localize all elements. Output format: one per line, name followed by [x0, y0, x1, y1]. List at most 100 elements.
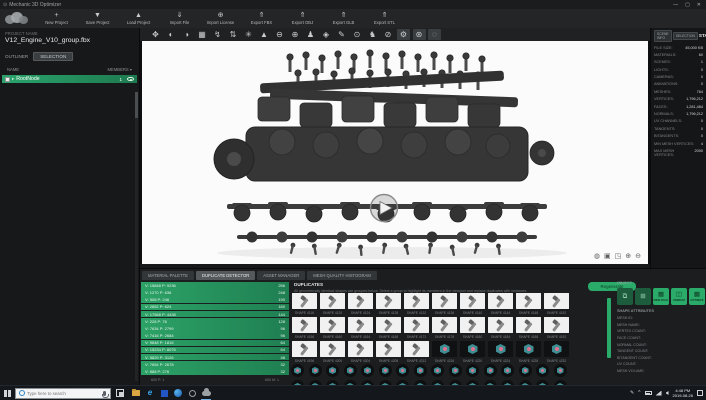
frame-view-icon[interactable]: ◳: [615, 253, 622, 261]
network-icon[interactable]: [656, 391, 662, 396]
expander-icon[interactable]: ▸: [12, 76, 14, 82]
nut-thumbnail[interactable]: [291, 364, 304, 377]
nut-thumbnail[interactable]: [536, 364, 549, 377]
shape-thumbnail[interactable]: SHAPE 4204: [348, 341, 373, 363]
shape-thumbnail[interactable]: SHAPE 4140: [460, 293, 485, 315]
shape-thumbnail[interactable]: SHAPE 4216: [432, 341, 457, 363]
pen-icon[interactable]: ✎: [630, 390, 634, 396]
duplicate-group-row[interactable]: V: 17568 P: 4438 144: [141, 311, 289, 318]
shape-thumbnail[interactable]: SHAPE 4116: [292, 293, 317, 315]
duplicate-group-row[interactable]: V: 888 P: 276 32: [141, 368, 289, 375]
outliner-row-rootnode[interactable]: ▸ RootNode 1: [2, 75, 137, 83]
shape-thumbnail[interactable]: SHAPE 4144: [488, 293, 513, 315]
nut-thumbnail[interactable]: [484, 364, 497, 377]
export-glb-button[interactable]: ⇑ Export GLB: [323, 10, 364, 27]
shape-thumbnail[interactable]: SHAPE 4128: [376, 293, 401, 315]
shape-thumbnail[interactable]: SHAPE 4200: [320, 341, 345, 363]
taskbar-file-explorer[interactable]: [129, 386, 143, 400]
shape-thumbnail[interactable]: SHAPE 4156: [292, 317, 317, 339]
hidden-icons-chevron[interactable]: ^: [638, 390, 640, 396]
nut-thumbnail[interactable]: [554, 364, 567, 377]
shape-thumbnail[interactable]: SHAPE 4208: [376, 341, 401, 363]
shape-thumbnail[interactable]: SHAPE 4136: [432, 293, 457, 315]
shape-thumbnail[interactable]: SHAPE 4176: [432, 317, 457, 339]
gizmo-move-icon[interactable]: ✥: [149, 29, 162, 40]
members-column-header[interactable]: MEMBERS ▾: [108, 67, 132, 72]
row-checkbox[interactable]: [5, 77, 10, 82]
annotate-icon[interactable]: ✎: [335, 29, 348, 40]
boolean-union-icon[interactable]: ⊕: [289, 29, 302, 40]
nut-thumbnail[interactable]: [361, 364, 374, 377]
zoom-out-icon[interactable]: ⊖: [635, 253, 641, 261]
shape-thumbnail[interactable]: SHAPE 4148: [516, 293, 541, 315]
export-stl-button[interactable]: ⇑ Export STL: [364, 10, 405, 27]
import-file-button[interactable]: ⇓ Import File: [159, 10, 200, 27]
wireframe-view-icon[interactable]: ▦: [196, 29, 209, 40]
shape-thumbnail[interactable]: SHAPE 4152: [544, 293, 569, 315]
duplicate-group-row[interactable]: V: 1270 P: 636 248: [141, 289, 289, 296]
duplicate-group-row[interactable]: V: 7416 P: 2684 96: [141, 332, 289, 339]
shape-thumbnail[interactable]: SHAPE 4164: [348, 317, 373, 339]
play-button-overlay[interactable]: [371, 195, 398, 222]
taskbar-browser[interactable]: [171, 386, 185, 400]
duplicate-group-row[interactable]: V: 5829 P: 3126 48: [141, 354, 289, 361]
duplicate-group-row[interactable]: V: 15848 P: 9236 256: [141, 282, 289, 289]
tab-asset-manager[interactable]: ASSET MANAGER: [257, 271, 305, 280]
duplicate-group-row[interactable]: V: 228 P: 76 128: [141, 318, 289, 325]
taskbar-optimizer-app[interactable]: [199, 386, 213, 400]
nut-thumbnail[interactable]: [414, 364, 427, 377]
merge-shape-button[interactable]: ⊞: [635, 288, 651, 305]
shape-thumbnail[interactable]: SHAPE 4132: [404, 293, 429, 315]
lighting-icon[interactable]: ↯: [211, 29, 224, 40]
nut-thumbnail[interactable]: [431, 364, 444, 377]
pivot-icon[interactable]: ♟: [304, 29, 317, 40]
shape-thumbnail[interactable]: SHAPE 4184: [488, 317, 513, 339]
shape-thumbnail[interactable]: SHAPE 4168: [376, 317, 401, 339]
render-mode-icon[interactable]: ◍: [594, 253, 600, 261]
nut-thumbnail[interactable]: [466, 364, 479, 377]
shape-thumbnail[interactable]: SHAPE 4220: [460, 341, 485, 363]
nut-thumbnail[interactable]: [449, 364, 462, 377]
textured-view-icon[interactable]: ◑: [180, 29, 193, 40]
maximize-button[interactable]: ▢: [685, 2, 690, 8]
tab-material-palette[interactable]: MATERIAL PALETTE: [142, 271, 194, 280]
duplicate-group-row[interactable]: V: 15234 P: 8076 64: [141, 347, 289, 354]
viewport[interactable]: ◍ ▣ ◳ ⊕ ⊖: [142, 41, 648, 264]
tab-selection-info[interactable]: SELECTION: [673, 32, 698, 40]
shape-thumbnail[interactable]: SHAPE 4228: [516, 341, 541, 363]
bake-icon[interactable]: ⊛: [413, 29, 426, 40]
close-button[interactable]: ✕: [697, 2, 701, 8]
duplicate-group-row[interactable]: V: 7634 P: 2799 96: [141, 325, 289, 332]
shape-thumbnail[interactable]: SHAPE 4196: [292, 341, 317, 363]
optimize-icon[interactable]: ✳: [242, 29, 255, 40]
boolean-subtract-icon[interactable]: ⊖: [273, 29, 286, 40]
shape-thumbnail[interactable]: SHAPE 4224: [488, 341, 513, 363]
cull-icon[interactable]: ⊘: [382, 29, 395, 40]
tab-scene-info[interactable]: SCENE INFO: [654, 30, 672, 42]
shape-thumbnail[interactable]: SHAPE 4180: [460, 317, 485, 339]
shape-thumbnail[interactable]: SHAPE 4232: [544, 341, 569, 363]
remesh-icon[interactable]: ▲: [258, 29, 271, 40]
nut-thumbnail[interactable]: [344, 364, 357, 377]
import-license-button[interactable]: ⊕ Import License: [200, 10, 241, 27]
shape-thumbnail[interactable]: SHAPE 4188: [516, 317, 541, 339]
shape-thumbnail[interactable]: SHAPE 4212: [404, 341, 429, 363]
start-button[interactable]: [0, 386, 15, 400]
new-project-button[interactable]: + New Project: [36, 10, 77, 27]
shape-thumbnail[interactable]: SHAPE 4172: [404, 317, 429, 339]
taskbar-clock[interactable]: 4:48 PM 2019-08-26: [673, 388, 693, 398]
shape-thumbnail[interactable]: SHAPE 4124: [348, 293, 373, 315]
flip-normals-icon[interactable]: ⇅: [227, 29, 240, 40]
battery-icon[interactable]: [645, 391, 652, 395]
tab-outliner[interactable]: OUTLINER: [5, 54, 28, 59]
search-input[interactable]: [27, 391, 101, 396]
save-project-button[interactable]: ▼ Save Project: [77, 10, 118, 27]
nut-thumbnail[interactable]: [379, 364, 392, 377]
settings-icon[interactable]: ⚙: [397, 29, 410, 40]
duplicate-shape-button[interactable]: ⧉: [617, 288, 633, 305]
volume-icon[interactable]: [666, 391, 669, 395]
duplicate-group-row[interactable]: V: 9848 P: 1816 64: [141, 340, 289, 347]
reset-view-icon[interactable]: ◌: [428, 29, 441, 40]
load-project-button[interactable]: ▲ Load Project: [118, 10, 159, 27]
microphone-icon[interactable]: [103, 391, 106, 396]
